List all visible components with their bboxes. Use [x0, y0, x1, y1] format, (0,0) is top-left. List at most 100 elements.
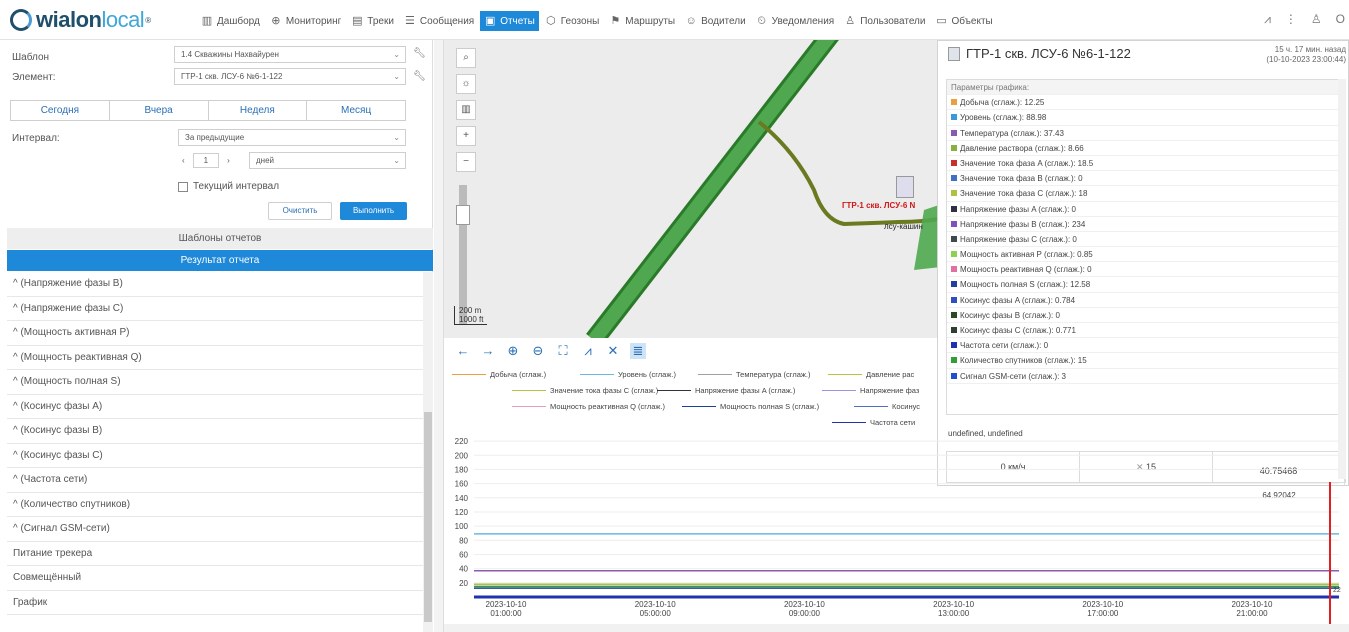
- legend-entry[interactable]: Напряжение фазы A (сглаж.): [657, 386, 795, 395]
- wialon-logo[interactable]: wialon local ®: [10, 7, 151, 33]
- zoom-fit-icon[interactable]: ⛶: [555, 343, 571, 359]
- clear-button[interactable]: Очистить: [268, 202, 332, 220]
- nav-item-label: Уведомления: [771, 15, 835, 27]
- legend-entry[interactable]: Давление рас: [828, 370, 914, 379]
- zoom-in-icon[interactable]: ⊕: [505, 343, 521, 359]
- legend-entry[interactable]: Мощность полная S (сглаж.): [682, 402, 819, 411]
- user-menu-icon[interactable]: ♙: [1311, 12, 1322, 27]
- map-settings-icon[interactable]: ☼: [456, 74, 476, 94]
- report-templates-header[interactable]: Шаблоны отчетов: [7, 228, 433, 249]
- tab-month[interactable]: Месяц: [307, 101, 405, 120]
- more-icon[interactable]: ⋮: [1285, 12, 1297, 27]
- param-color-swatch: [951, 159, 957, 166]
- reset-icon[interactable]: ✕: [605, 343, 621, 359]
- result-list-item[interactable]: ^ (Частота сети): [7, 468, 423, 493]
- legend-toggle-icon[interactable]: ≣: [630, 343, 646, 359]
- current-interval-checkbox[interactable]: Текущий интервал: [178, 181, 279, 192]
- map-search-icon[interactable]: ⌕: [456, 48, 476, 68]
- result-list-item[interactable]: График: [7, 591, 423, 615]
- result-list-item[interactable]: ^ (Косинус фазы C): [7, 444, 423, 468]
- map-layers-icon[interactable]: ▥: [456, 100, 476, 120]
- popup-scrollbar[interactable]: [1338, 79, 1346, 479]
- time-abs: (10-10-2023 23:00:44): [1266, 55, 1346, 64]
- zoom-in-button[interactable]: +: [456, 126, 476, 146]
- legend-entry[interactable]: Температура (сглаж.): [698, 370, 810, 379]
- user-menu-label[interactable]: О: [1336, 12, 1345, 27]
- unit-last-message-time: 15 ч. 17 мин. назад (10-10-2023 23:00:44…: [1266, 45, 1346, 65]
- interval-select[interactable]: За предыдущие ⌄: [178, 129, 406, 146]
- count-stepper[interactable]: ‹ 1 ›: [178, 152, 244, 169]
- element-select[interactable]: ГТР-1 скв. ЛСУ-6 №6-1-122 ⌄: [174, 68, 406, 85]
- increment-icon[interactable]: ›: [227, 156, 230, 165]
- line-chart[interactable]: 220200180160140120100806040202023-10-100…: [444, 432, 1349, 632]
- nav-item-5[interactable]: ⬡ Геозоны: [541, 11, 604, 31]
- result-list-item[interactable]: ^ (Сигнал GSM-сети): [7, 517, 423, 542]
- unit-select[interactable]: дней ⌄: [249, 152, 406, 169]
- result-list-item[interactable]: ^ (Мощность реактивная Q): [7, 346, 423, 370]
- wrench-icon[interactable]: 🔧︎: [413, 71, 426, 82]
- chart-mode-icon[interactable]: ⩘: [580, 343, 596, 359]
- wrench-icon[interactable]: 🔧︎: [413, 48, 426, 59]
- result-list-item[interactable]: Питание трекера: [7, 542, 423, 566]
- result-list-item[interactable]: ^ (Напряжение фазы B): [7, 272, 423, 297]
- nav-item-7[interactable]: ☺ Водители: [681, 11, 750, 31]
- panel-splitter[interactable]: [434, 40, 444, 632]
- tab-week[interactable]: Неделя: [209, 101, 308, 120]
- legend-entry[interactable]: Уровень (сглаж.): [580, 370, 676, 379]
- result-list-item[interactable]: Совмещённый: [7, 566, 423, 591]
- param-color-swatch: [951, 190, 957, 197]
- nav-item-1[interactable]: ⊕ Мониторинг: [266, 11, 345, 31]
- nav-item-4[interactable]: ▣ Отчеты: [480, 11, 539, 31]
- result-list-item[interactable]: ^ (Косинус фазы B): [7, 419, 423, 444]
- legend-entry[interactable]: Напряжение фаз: [822, 386, 919, 395]
- unit-marker-label[interactable]: ГТР-1 скв. ЛСУ-6 N: [842, 201, 915, 210]
- nav-item-9[interactable]: ♙ Пользователи: [840, 11, 929, 31]
- legend-swatch: [580, 374, 614, 375]
- zoom-slider[interactable]: [456, 185, 470, 325]
- legend-entry[interactable]: Частота сети: [832, 418, 915, 427]
- nav-item-label: Пользователи: [860, 15, 926, 27]
- unit-marker-icon[interactable]: [896, 176, 914, 198]
- run-button[interactable]: Выполнить: [340, 202, 407, 220]
- pan-left-icon[interactable]: ←: [455, 343, 471, 359]
- legend-entry[interactable]: Добыча (сглаж.): [452, 370, 546, 379]
- nav-item-10[interactable]: ▭ Объекты: [931, 11, 996, 31]
- chart-scrollbar[interactable]: [444, 624, 1349, 632]
- zoom-slider-handle[interactable]: [456, 205, 470, 225]
- y-tick-label: 220: [455, 437, 469, 446]
- nav-item-6[interactable]: ⚑ Маршруты: [605, 11, 679, 31]
- legend-entry[interactable]: Значение тока фазы C (сглаж.): [512, 386, 658, 395]
- tab-yesterday[interactable]: Вчера: [110, 101, 209, 120]
- current-interval-label: Текущий интервал: [193, 181, 280, 192]
- param-text: Значение тока фаза B (сглаж.): 0: [960, 174, 1083, 184]
- decrement-icon[interactable]: ‹: [182, 156, 185, 165]
- time-ago: 15 ч. 17 мин. назад: [1274, 45, 1346, 54]
- scrollbar-thumb[interactable]: [424, 412, 432, 622]
- report-result-header[interactable]: Результат отчета: [7, 250, 433, 271]
- nav-item-label: Дашборд: [217, 15, 260, 27]
- param-row: Мощность активная P (сглаж.): 0.85: [947, 247, 1345, 263]
- count-input[interactable]: 1: [192, 153, 219, 168]
- logo-ring-icon: [10, 9, 32, 31]
- result-list-item[interactable]: ^ (Количество спутников): [7, 493, 423, 517]
- zoom-out-button[interactable]: −: [456, 152, 476, 172]
- nav-item-3[interactable]: ☰ Сообщения: [400, 11, 478, 31]
- legend-entry[interactable]: Мощность реактивная Q (сглаж.): [512, 402, 665, 411]
- result-list-item[interactable]: ^ (Мощность полная S): [7, 370, 423, 395]
- result-scrollbar[interactable]: [423, 272, 433, 632]
- map-scale: 200 m 1000 ft: [454, 306, 488, 325]
- template-select[interactable]: 1.4 Скважины Нахвайурен ⌄: [174, 46, 406, 63]
- result-list-item[interactable]: ^ (Косинус фазы A): [7, 395, 423, 419]
- result-list-item[interactable]: ^ (Напряжение фазы C): [7, 297, 423, 321]
- pan-right-icon[interactable]: →: [480, 343, 496, 359]
- checkbox-box[interactable]: [178, 181, 188, 192]
- param-text: Мощность реактивная Q (сглаж.): 0: [960, 265, 1092, 275]
- result-list-item[interactable]: ^ (Мощность активная P): [7, 321, 423, 346]
- nav-item-0[interactable]: ▥ Дашборд: [197, 11, 264, 31]
- zoom-out-icon[interactable]: ⊖: [530, 343, 546, 359]
- chart-icon[interactable]: ⩘: [1264, 12, 1271, 27]
- nav-item-8[interactable]: ⏲ Уведомления: [752, 11, 839, 31]
- nav-item-2[interactable]: ▤ Треки: [347, 11, 398, 31]
- tab-today[interactable]: Сегодня: [11, 101, 110, 120]
- legend-entry[interactable]: Косинус: [854, 402, 920, 411]
